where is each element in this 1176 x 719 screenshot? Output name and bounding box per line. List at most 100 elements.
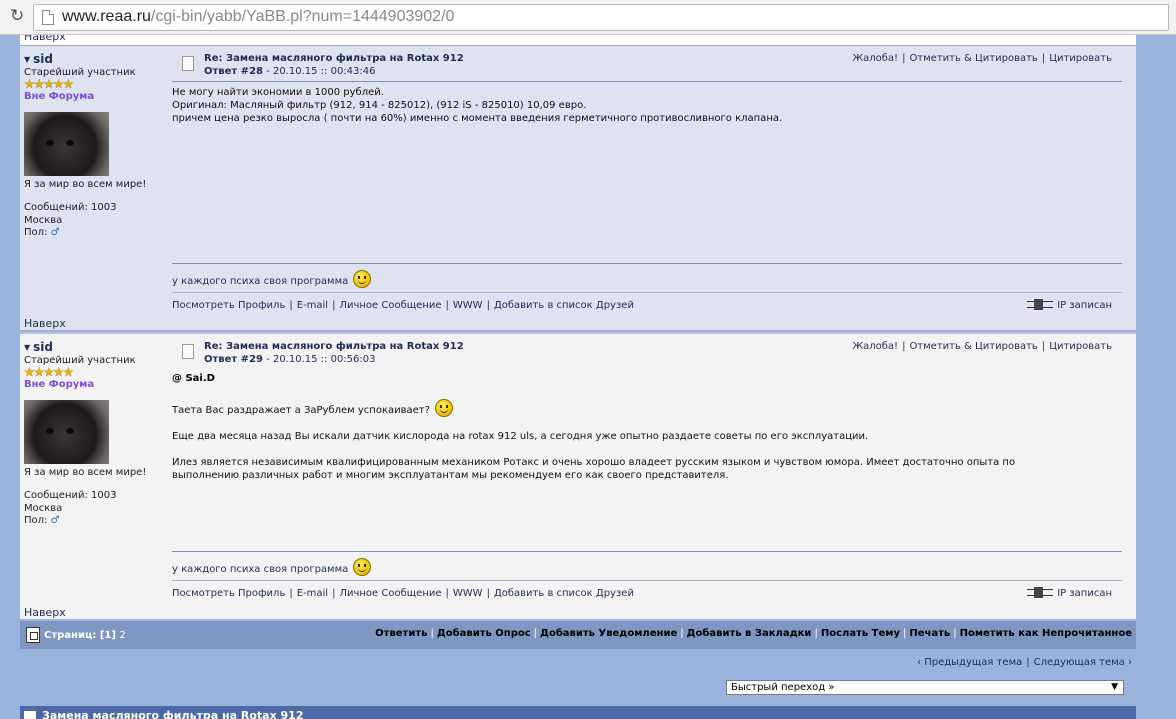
quote-link[interactable]: Цитировать xyxy=(1049,53,1112,64)
mark-quote-link[interactable]: Отметить & Цитировать xyxy=(909,53,1037,64)
message-count: Сообщений: 1003 xyxy=(24,202,117,213)
prev-topic-link[interactable]: ‹ Предыдущая тема xyxy=(917,657,1022,668)
mark-quote-link[interactable]: Отметить & Цитировать xyxy=(909,341,1037,352)
author-status: Вне Форума xyxy=(24,91,95,102)
author-motto: Я за мир во всем мире! xyxy=(24,467,147,478)
post-title[interactable]: Re: Замена масляного фильтра на Rotax 91… xyxy=(204,341,464,352)
post-body: @ Sai.D Таета Вас раздражает а ЗаРублем … xyxy=(172,372,1015,482)
naverh-link[interactable]: Наверх xyxy=(24,606,66,619)
profile-link[interactable]: Посмотреть Профиль xyxy=(172,588,285,599)
signature: у каждого психа своя программа xyxy=(172,558,372,576)
quick-jump-label: Быстрый переход » xyxy=(731,682,835,693)
rank-stars-icon: ★★★★★ xyxy=(24,77,74,91)
post-document-icon xyxy=(182,344,194,359)
print-button[interactable]: Печать xyxy=(909,628,950,639)
ip-logged: IP записан xyxy=(1027,299,1112,311)
www-link[interactable]: WWW xyxy=(453,300,483,311)
next-topic-link[interactable]: Следующая тема › xyxy=(1034,657,1132,668)
ip-icon xyxy=(1027,587,1054,598)
reload-icon[interactable]: ↻ xyxy=(10,6,24,26)
post-actions: Жалоба! | Отметить & Цитировать | Цитировать xyxy=(852,53,1112,64)
footer-topic-title: Замена масляного фильтра на Rotax 912 xyxy=(42,709,304,719)
post-reply-info: Ответ #28 - 20.10.15 :: 00:43:46 xyxy=(204,66,376,77)
email-link[interactable]: E-mail xyxy=(297,300,328,311)
thread-action-bar: Страниц: [1] 2 Ответить | Добавить Опрос | Д… xyxy=(20,621,1136,649)
www-link[interactable]: WWW xyxy=(453,588,483,599)
post-body: Не могу найти экономии в 1000 рублей. Ор… xyxy=(172,86,782,125)
send-topic-button[interactable]: Послать Тему xyxy=(821,628,900,639)
body-line: Оригинал: Масляный фильтр (912, 914 - 82… xyxy=(172,100,587,111)
quote-link[interactable]: Цитировать xyxy=(1049,341,1112,352)
body-line: Таета Вас раздражает а ЗаРублем успокаив… xyxy=(172,399,1015,417)
body-line: Илез является независимым квалифицирован… xyxy=(172,457,1016,468)
body-line: Не могу найти экономии в 1000 рублей. xyxy=(172,87,384,98)
post-links: Посмотреть Профиль | E-mail | Личное Сообщен… xyxy=(172,300,634,311)
page-2-link[interactable]: 2 xyxy=(119,630,125,641)
post-reply-info: Ответ #29 - 20.10.15 :: 00:56:03 xyxy=(204,354,376,365)
post-title[interactable]: Re: Замена масляного фильтра на Rotax 91… xyxy=(204,53,464,64)
topic-navigation: ‹ Предыдущая тема | Следующая тема › xyxy=(917,657,1132,668)
avatar xyxy=(24,400,109,464)
top-naverh-strip: Наверх xyxy=(20,35,1136,45)
male-icon: ♂ xyxy=(50,227,60,238)
post-document-icon xyxy=(182,56,194,71)
post-28: ▼ sid Старейший участник ★★★★★ Вне Форума… xyxy=(20,45,1136,330)
browser-toolbar: ↻ www.reaa.ru/cgi-bin/yabb/YaBB.pl?num=1… xyxy=(0,0,1176,35)
mark-unread-button[interactable]: Пометить как Непрочитанное xyxy=(960,628,1132,639)
pages-icon xyxy=(26,627,40,643)
address-bar[interactable]: www.reaa.ru/cgi-bin/yabb/YaBB.pl?num=144… xyxy=(33,4,1169,31)
ip-logged: IP записан xyxy=(1027,587,1112,599)
body-line: Еще два месяца назад Вы искали датчик ки… xyxy=(172,431,869,442)
add-friend-link[interactable]: Добавить в список Друзей xyxy=(494,300,634,311)
body-line: причем цена резко выросла ( почти на 60%… xyxy=(172,113,783,124)
divider xyxy=(172,292,1122,293)
post-29: ▼ sid Старейший участник ★★★★★ Вне Форума… xyxy=(20,332,1136,619)
add-notify-button[interactable]: Добавить Уведомление xyxy=(540,628,677,639)
page-icon xyxy=(42,10,54,25)
add-friend-link[interactable]: Добавить в список Друзей xyxy=(494,588,634,599)
pm-link[interactable]: Личное Сообщение xyxy=(339,588,441,599)
pm-link[interactable]: Личное Сообщение xyxy=(339,300,441,311)
mention: @ Sai.D xyxy=(172,373,215,384)
male-icon: ♂ xyxy=(50,515,60,526)
profile-link[interactable]: Посмотреть Профиль xyxy=(172,300,285,311)
dropdown-arrow-icon[interactable]: ▼ xyxy=(1111,682,1118,692)
quick-jump-select[interactable]: Быстрый переход » ▼ xyxy=(726,680,1124,695)
post-actions: Жалоба! | Отметить & Цитировать | Цитировать xyxy=(852,341,1112,352)
author-gender: Пол: ♂ xyxy=(24,515,60,526)
post-links: Посмотреть Профиль | E-mail | Личное Сообщен… xyxy=(172,588,634,599)
email-link[interactable]: E-mail xyxy=(297,588,328,599)
report-link[interactable]: Жалоба! xyxy=(852,53,898,64)
author-stats: Сообщений: 1003 Москва Пол: ♂ xyxy=(24,202,117,240)
divider xyxy=(172,580,1122,581)
page-current: [1] xyxy=(99,630,116,641)
thread-actions: Ответить | Добавить Опрос | Добавить Уведомл… xyxy=(375,628,1132,639)
author-status: Вне Форума xyxy=(24,379,95,390)
add-poll-button[interactable]: Добавить Опрос xyxy=(437,628,531,639)
smiley-icon xyxy=(435,399,454,417)
thread-container: Наверх ▼ sid Старейший участник ★★★★★ Вне… xyxy=(20,35,1136,619)
author-name[interactable]: ▼ sid xyxy=(24,52,53,66)
divider xyxy=(172,551,1122,552)
author-stats: Сообщений: 1003 Москва Пол: ♂ xyxy=(24,490,117,528)
message-count: Сообщений: 1003 xyxy=(24,490,117,501)
collapse-triangle-icon[interactable]: ▼ xyxy=(24,55,30,64)
smiley-icon xyxy=(353,558,372,576)
naverh-link-top[interactable]: Наверх xyxy=(24,35,66,43)
naverh-link[interactable]: Наверх xyxy=(24,317,66,330)
author-city: Москва xyxy=(24,214,63,226)
ip-icon xyxy=(1027,299,1054,310)
author-city: Москва xyxy=(24,502,63,514)
signature: у каждого психа своя программа xyxy=(172,270,372,288)
report-link[interactable]: Жалоба! xyxy=(852,341,898,352)
author-motto: Я за мир во всем мире! xyxy=(24,179,147,190)
author-name[interactable]: ▼ sid xyxy=(24,340,53,354)
footer-topic-bar: Замена масляного фильтра на Rotax 912 xyxy=(20,706,1136,719)
url-text[interactable]: www.reaa.ru/cgi-bin/yabb/YaBB.pl?num=144… xyxy=(62,8,454,26)
collapse-triangle-icon[interactable]: ▼ xyxy=(24,343,30,352)
rank-stars-icon: ★★★★★ xyxy=(24,365,74,379)
reply-button[interactable]: Ответить xyxy=(375,628,427,639)
author-gender: Пол: ♂ xyxy=(24,227,60,238)
divider xyxy=(172,263,1122,264)
add-bookmark-button[interactable]: Добавить в Закладки xyxy=(687,628,812,639)
